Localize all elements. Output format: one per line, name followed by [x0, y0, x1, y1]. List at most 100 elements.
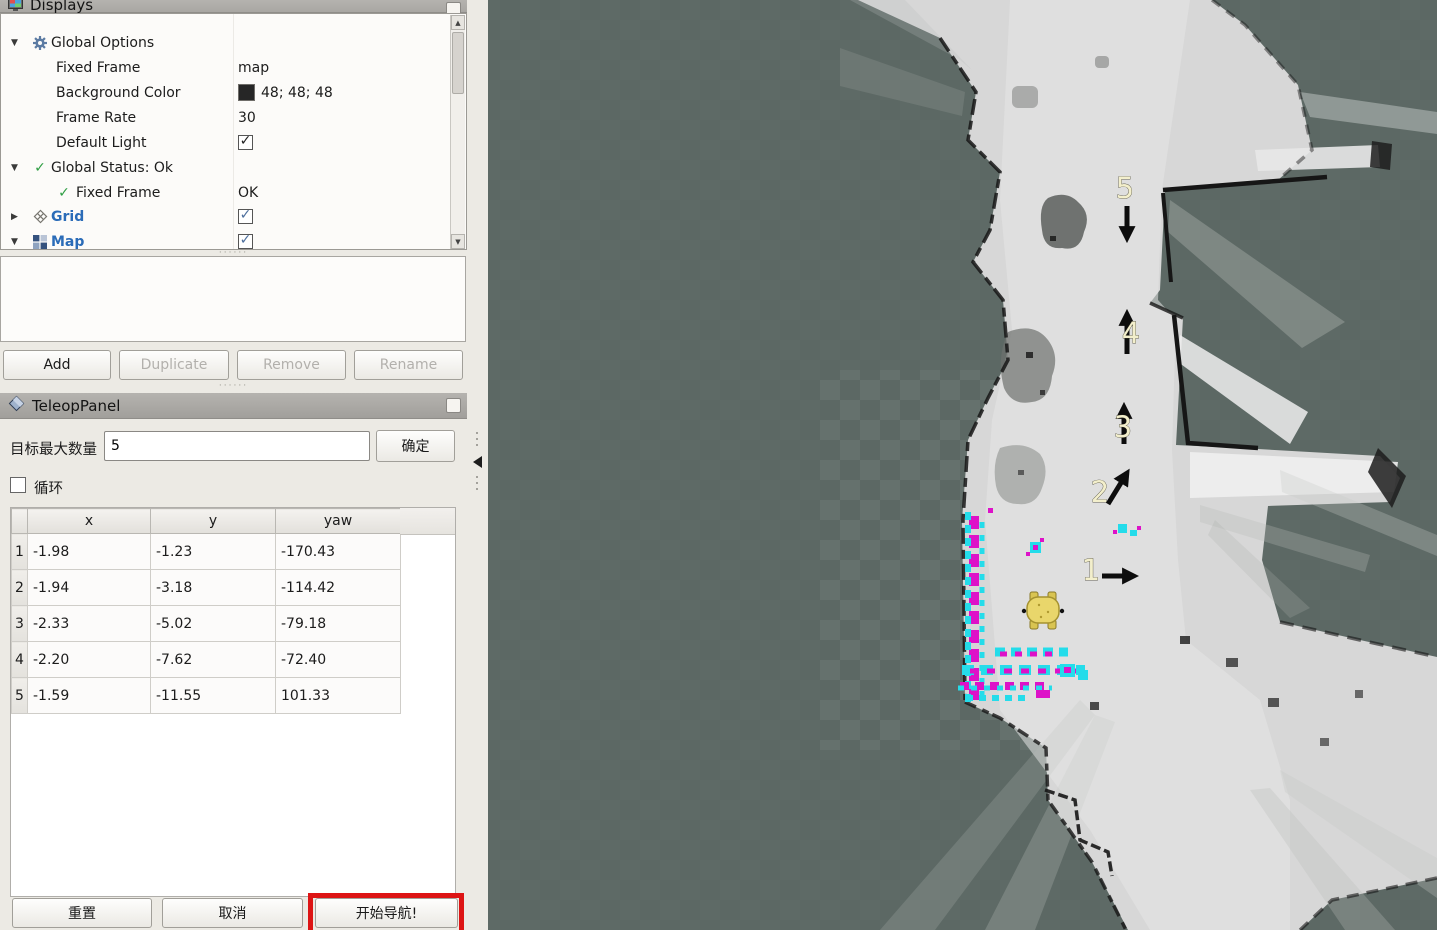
- header-filler: [400, 508, 456, 535]
- waypoint-row[interactable]: 3-2.33-5.02-79.18: [12, 606, 401, 642]
- tree-row-default-light[interactable]: Default Light ✓: [1, 130, 449, 155]
- goal-number-label: 5: [1116, 171, 1134, 205]
- loop-label: 循环: [34, 477, 63, 498]
- waypoint-cell[interactable]: -7.62: [151, 642, 276, 678]
- waypoint-cell[interactable]: -1.23: [151, 534, 276, 570]
- background-color-value[interactable]: 48; 48; 48: [238, 84, 333, 101]
- rviz-window: Displays ▼ Global Options Fixed Frame ma…: [0, 0, 1437, 930]
- teleop-float-button[interactable]: [446, 398, 461, 413]
- waypoint-cell[interactable]: -2.20: [28, 642, 151, 678]
- goal-number-label: 2: [1091, 475, 1109, 509]
- expand-triangle-icon[interactable]: ▶: [11, 212, 23, 222]
- displays-panel-titlebar: Displays: [0, 0, 467, 13]
- default-light-checkbox[interactable]: ✓: [238, 135, 253, 150]
- waypoint-cell[interactable]: -114.42: [276, 570, 401, 606]
- waypoint-cell[interactable]: -170.43: [276, 534, 401, 570]
- teleop-panel-icon: [8, 395, 25, 416]
- column-header-yaw[interactable]: yaw: [276, 509, 401, 534]
- corner-header: [12, 509, 28, 534]
- tree-row-background-color[interactable]: Background Color 48; 48; 48: [1, 80, 449, 105]
- waypoint-row[interactable]: 2-1.94-3.18-114.42: [12, 570, 401, 606]
- row-number-cell[interactable]: 1: [12, 534, 28, 570]
- waypoint-cell[interactable]: -79.18: [276, 606, 401, 642]
- tree-row-fixed-frame[interactable]: Fixed Frame map: [1, 55, 449, 80]
- max-goal-count-label: 目标最大数量: [10, 438, 97, 459]
- splitter-collapse-arrow-icon[interactable]: [473, 456, 482, 468]
- collapse-triangle-icon[interactable]: ▼: [11, 237, 23, 247]
- panel-splitter[interactable]: [467, 0, 488, 930]
- map-enabled-checkbox[interactable]: ✓: [238, 234, 253, 249]
- row-number-cell[interactable]: 2: [12, 570, 28, 606]
- scrollbar-thumb[interactable]: [452, 32, 464, 94]
- display-description-box: [0, 256, 466, 342]
- gear-icon: [32, 35, 48, 51]
- tree-row-map[interactable]: ▼ Map ✓: [1, 229, 449, 250]
- reset-button[interactable]: 重置: [12, 898, 152, 928]
- grid-icon: [32, 209, 48, 225]
- tree-label: Default Light: [56, 135, 147, 151]
- waypoint-cell[interactable]: -72.40: [276, 642, 401, 678]
- horizontal-splitter[interactable]: ······: [0, 383, 467, 389]
- waypoint-cell[interactable]: -1.98: [28, 534, 151, 570]
- teleop-panel-titlebar: TeleopPanel: [0, 393, 467, 419]
- start-navigation-button[interactable]: 开始导航!: [315, 898, 458, 928]
- row-number-cell[interactable]: 5: [12, 678, 28, 714]
- duplicate-button[interactable]: Duplicate: [119, 350, 229, 380]
- tree-label: Global Status: Ok: [51, 160, 173, 176]
- max-goal-count-input[interactable]: [104, 431, 370, 461]
- waypoint-table-container: x y yaw 1-1.98-1.23-170.432-1.94-3.18-11…: [10, 507, 456, 897]
- tree-label: Fixed Frame: [76, 185, 160, 201]
- loop-checkbox[interactable]: [10, 477, 26, 493]
- collapse-triangle-icon[interactable]: ▼: [11, 38, 23, 48]
- waypoint-row[interactable]: 4-2.20-7.62-72.40: [12, 642, 401, 678]
- waypoint-row[interactable]: 1-1.98-1.23-170.43: [12, 534, 401, 570]
- tree-label: Frame Rate: [56, 110, 136, 126]
- tree-row-frame-rate[interactable]: Frame Rate 30: [1, 105, 449, 130]
- waypoint-cell[interactable]: -1.94: [28, 570, 151, 606]
- waypoint-cell[interactable]: -3.18: [151, 570, 276, 606]
- cancel-button[interactable]: 取消: [162, 898, 303, 928]
- row-number-cell[interactable]: 3: [12, 606, 28, 642]
- status-ok-check-icon: ✓: [56, 185, 72, 201]
- tree-row-global-status[interactable]: ▼ ✓ Global Status: Ok: [1, 155, 449, 180]
- waypoint-cell[interactable]: 101.33: [276, 678, 401, 714]
- status-ok-check-icon: ✓: [32, 160, 48, 176]
- collapse-triangle-icon[interactable]: ▼: [11, 163, 23, 173]
- waypoint-cell[interactable]: -2.33: [28, 606, 151, 642]
- remove-button[interactable]: Remove: [237, 350, 346, 380]
- waypoint-cell[interactable]: -11.55: [151, 678, 276, 714]
- scroll-up-button[interactable]: ▲: [451, 15, 465, 30]
- tree-scrollbar[interactable]: ▲ ▼: [450, 15, 465, 249]
- tree-row-grid[interactable]: ▶ Grid ✓: [1, 204, 449, 229]
- grid-enabled-checkbox[interactable]: ✓: [238, 209, 253, 224]
- rename-button[interactable]: Rename: [354, 350, 463, 380]
- scroll-down-button[interactable]: ▼: [451, 234, 465, 249]
- tree-label: Fixed Frame: [56, 60, 140, 76]
- waypoint-table-header-row: x y yaw: [12, 509, 401, 534]
- fixed-frame-value[interactable]: map: [238, 60, 269, 76]
- tree-label: Background Color: [56, 85, 181, 101]
- tree-row-status-fixed-frame[interactable]: ✓ Fixed Frame OK: [1, 180, 449, 205]
- waypoint-table[interactable]: x y yaw 1-1.98-1.23-170.432-1.94-3.18-11…: [11, 508, 401, 714]
- waypoint-cell[interactable]: -5.02: [151, 606, 276, 642]
- waypoint-row[interactable]: 5-1.59-11.55101.33: [12, 678, 401, 714]
- column-header-y[interactable]: y: [151, 509, 276, 534]
- waypoint-cell[interactable]: -1.59: [28, 678, 151, 714]
- tree-label: Grid: [51, 209, 84, 225]
- teleop-panel-title: TeleopPanel: [32, 397, 120, 415]
- goal-number-label: 4: [1122, 316, 1140, 350]
- column-header-x[interactable]: x: [28, 509, 151, 534]
- displays-tree: ▼ Global Options Fixed Frame map Backgro…: [0, 13, 467, 250]
- confirm-button[interactable]: 确定: [376, 430, 455, 462]
- frame-rate-value[interactable]: 30: [238, 110, 256, 126]
- goal-number-label: 3: [1114, 410, 1132, 444]
- map-icon: [32, 234, 48, 250]
- displays-panel-title: Displays: [30, 0, 93, 14]
- rviz-3d-view[interactable]: 12345: [488, 0, 1437, 930]
- row-number-cell[interactable]: 4: [12, 642, 28, 678]
- add-button[interactable]: Add: [3, 350, 111, 380]
- tree-label: Global Options: [51, 35, 154, 51]
- color-swatch: [238, 84, 255, 101]
- goal-number-label: 1: [1082, 553, 1100, 587]
- tree-row-global-options[interactable]: ▼ Global Options: [1, 30, 449, 55]
